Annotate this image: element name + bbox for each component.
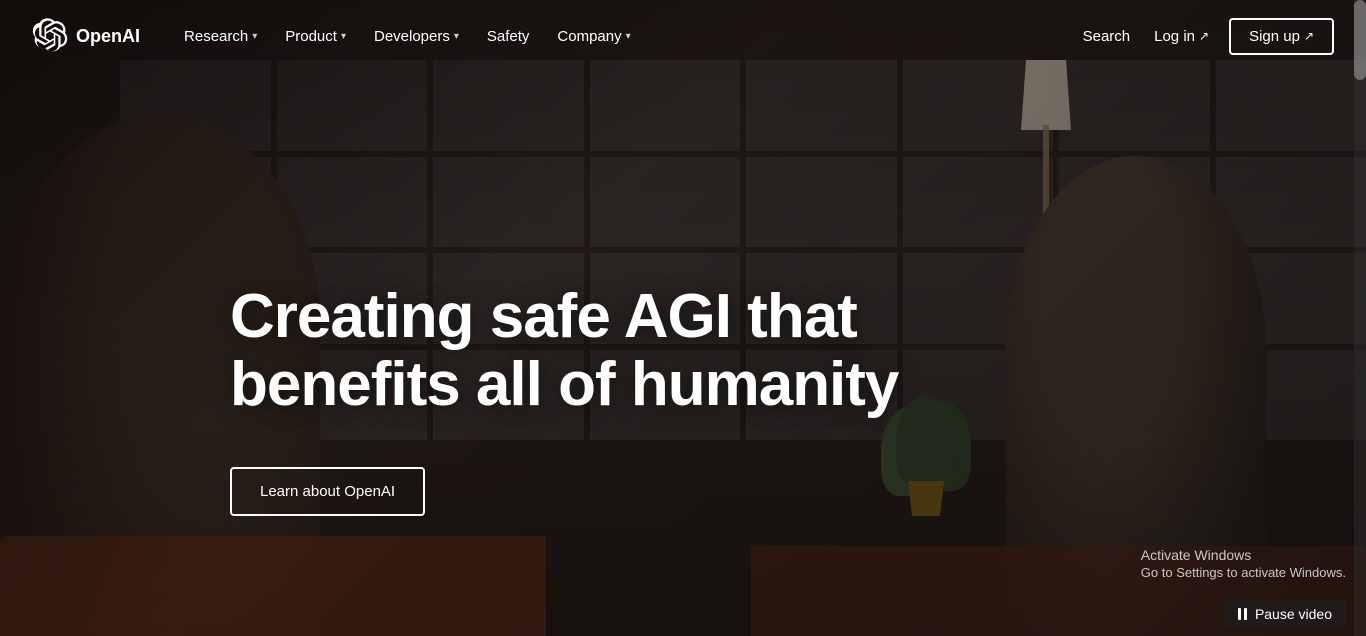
activate-windows-overlay: Activate Windows Go to Settings to activ… [1141, 547, 1346, 580]
nav-link-safety[interactable]: Safety [475, 20, 542, 53]
activate-windows-title: Activate Windows [1141, 547, 1346, 563]
external-link-icon: ↗ [1304, 29, 1314, 43]
openai-logo-icon [32, 18, 68, 54]
main-navigation: OpenAI Research ▾ Product ▾ Developers ▾… [0, 0, 1366, 72]
nav-link-product[interactable]: Product ▾ [273, 20, 358, 53]
chevron-down-icon: ▾ [454, 31, 459, 42]
hero-cta: Learn about OpenAI [230, 467, 898, 516]
chevron-down-icon: ▾ [252, 31, 257, 42]
pause-icon [1238, 608, 1247, 620]
activate-windows-subtitle: Go to Settings to activate Windows. [1141, 565, 1346, 580]
nav-right-actions: Search Log in ↗ Sign up ↗ [1079, 18, 1334, 55]
hero-section: OpenAI Research ▾ Product ▾ Developers ▾… [0, 0, 1366, 636]
learn-about-openai-button[interactable]: Learn about OpenAI [230, 467, 425, 516]
hero-title: Creating safe AGI that benefits all of h… [230, 283, 898, 419]
openai-logo[interactable]: OpenAI [32, 18, 140, 54]
hero-content: Creating safe AGI that benefits all of h… [230, 283, 898, 516]
nav-links: Research ▾ Product ▾ Developers ▾ Safety… [172, 20, 1079, 53]
search-button[interactable]: Search [1079, 20, 1135, 53]
logo-text: OpenAI [76, 26, 140, 47]
pause-video-button[interactable]: Pause video [1224, 600, 1346, 628]
nav-link-research[interactable]: Research ▾ [172, 20, 269, 53]
scrollbar[interactable] [1354, 0, 1366, 636]
signup-button[interactable]: Sign up ↗ [1229, 18, 1334, 55]
video-controls-bar: Pause video [0, 592, 1366, 636]
chevron-down-icon: ▾ [626, 31, 631, 42]
external-link-icon: ↗ [1199, 29, 1209, 43]
nav-link-developers[interactable]: Developers ▾ [362, 20, 471, 53]
scrollbar-thumb[interactable] [1354, 0, 1366, 80]
login-button[interactable]: Log in ↗ [1150, 20, 1213, 53]
nav-link-company[interactable]: Company ▾ [545, 20, 642, 53]
chevron-down-icon: ▾ [341, 31, 346, 42]
